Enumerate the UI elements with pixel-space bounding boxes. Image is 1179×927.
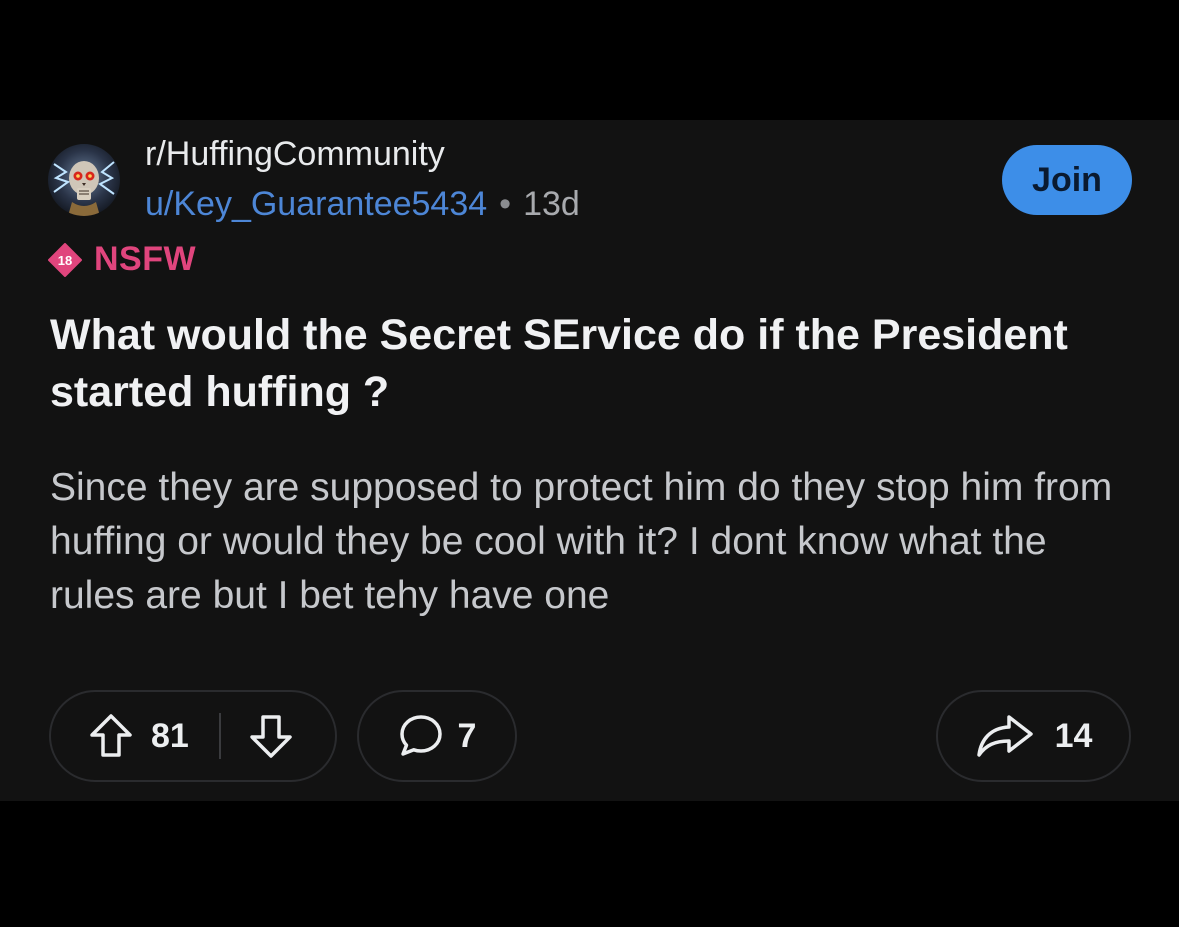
meta-separator: • <box>499 185 512 223</box>
subreddit-name[interactable]: r/HuffingCommunity <box>145 135 445 174</box>
join-button[interactable]: Join <box>1002 145 1132 215</box>
comment-bubble-icon <box>399 715 442 756</box>
share-button[interactable]: 14 <box>936 690 1131 782</box>
post-age: 13d <box>523 185 580 223</box>
vote-score: 81 <box>151 716 189 755</box>
vote-bar: 81 <box>49 690 337 782</box>
subreddit-avatar[interactable] <box>48 144 120 216</box>
nsfw-18-icon: 18 <box>48 242 82 277</box>
post-body[interactable]: Since they are supposed to protect him d… <box>50 461 1140 623</box>
nsfw-label: NSFW <box>94 240 197 278</box>
comments-button[interactable]: 7 <box>357 690 517 782</box>
nsfw-tag: 18 NSFW <box>48 240 196 279</box>
downvote-button[interactable] <box>249 713 293 759</box>
share-arrow-icon <box>976 715 1033 757</box>
vote-divider <box>218 713 221 759</box>
nsfw-badge-number: 18 <box>58 253 72 268</box>
post-title[interactable]: What would the Secret SErvice do if the … <box>50 307 1130 421</box>
comment-count: 7 <box>457 716 477 755</box>
post-meta: u/Key_Guarantee5434 • 13d <box>145 185 580 224</box>
share-count: 14 <box>1054 716 1093 755</box>
downvote-arrow-icon <box>250 715 292 758</box>
author-username[interactable]: u/Key_Guarantee5434 <box>145 185 487 223</box>
skull-avatar-icon <box>48 144 120 216</box>
upvote-button[interactable] <box>89 713 133 759</box>
upvote-arrow-icon <box>90 714 132 757</box>
